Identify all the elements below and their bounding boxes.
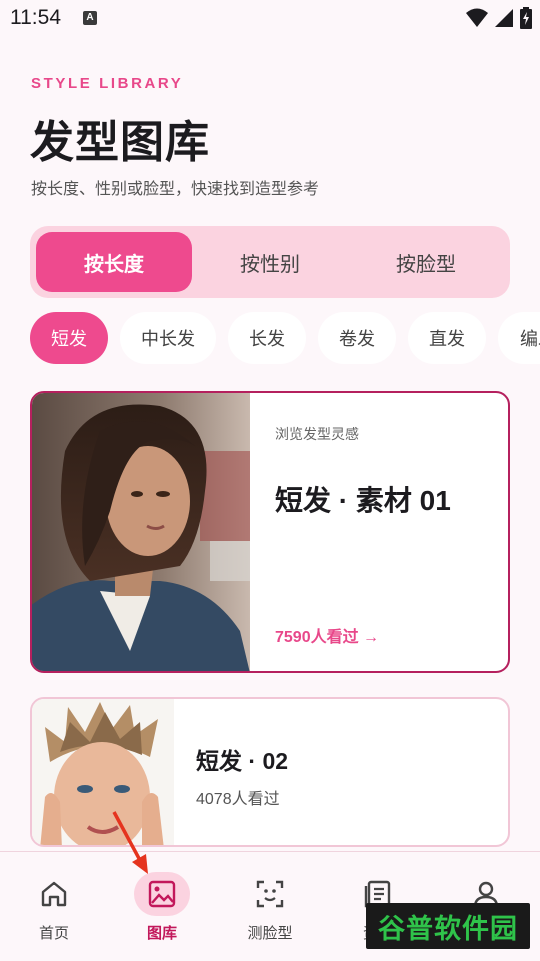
nav-icon-wrap bbox=[242, 872, 298, 916]
chip-curly-hair[interactable]: 卷发 bbox=[318, 312, 396, 364]
chip-braided-hair[interactable]: 编发 bbox=[498, 312, 540, 364]
wifi-icon bbox=[466, 8, 488, 27]
segment-by-length[interactable]: 按长度 bbox=[36, 232, 192, 292]
page-subtitle: 按长度、性别或脸型，快速找到造型参考 bbox=[31, 181, 320, 198]
section-eyebrow: STYLE LIBRARY bbox=[31, 75, 184, 92]
chip-short-hair[interactable]: 短发 bbox=[30, 312, 108, 364]
annotation-arrow-icon bbox=[112, 811, 148, 874]
length-chip-row[interactable]: 短发 中长发 长发 卷发 直发 编发 bbox=[30, 312, 540, 364]
hairstyle-card[interactable]: 短发 · 02 4078人看过 bbox=[30, 697, 510, 847]
chip-label: 卷发 bbox=[339, 329, 375, 349]
chip-label: 长发 bbox=[249, 329, 285, 349]
nav-icon-wrap bbox=[134, 872, 190, 916]
watermark-logo: 谷普软件园 bbox=[366, 903, 530, 949]
notification-a-icon: A bbox=[83, 11, 97, 25]
chip-medium-hair[interactable]: 中长发 bbox=[120, 312, 216, 364]
nav-icon-wrap bbox=[26, 872, 82, 916]
hairstyle-photo bbox=[32, 393, 250, 671]
battery-icon bbox=[520, 7, 532, 29]
page-title: 发型图库 bbox=[30, 118, 210, 167]
segment-by-gender[interactable]: 按性别 bbox=[192, 232, 348, 292]
segment-label: 按性别 bbox=[240, 253, 300, 276]
signal-icon bbox=[495, 9, 513, 27]
segment-label: 按长度 bbox=[84, 253, 144, 276]
nav-label: 图库 bbox=[146, 925, 177, 942]
hairstyle-card-featured[interactable]: 浏览发型灵感 短发 · 素材 01 7590人看过 → bbox=[30, 391, 510, 673]
watermark-text: 谷普软件园 bbox=[378, 913, 518, 945]
home-icon bbox=[41, 881, 67, 907]
chip-label: 编发 bbox=[520, 329, 540, 349]
chip-straight-hair[interactable]: 直发 bbox=[408, 312, 486, 364]
status-bar: 11:54 A bbox=[0, 0, 540, 36]
nav-face-test[interactable]: 测脸型 bbox=[216, 852, 324, 961]
card-view-count: 4078人看过 bbox=[196, 791, 280, 808]
status-icons bbox=[466, 6, 532, 30]
nav-label: 测脸型 bbox=[247, 925, 293, 942]
chip-label: 直发 bbox=[429, 329, 465, 349]
chip-label: 短发 bbox=[51, 329, 87, 349]
card-kicker: 浏览发型灵感 bbox=[275, 426, 359, 442]
chip-long-hair[interactable]: 长发 bbox=[228, 312, 306, 364]
nav-home[interactable]: 首页 bbox=[0, 852, 108, 961]
chip-label: 中长发 bbox=[141, 329, 195, 349]
card-view-count-link[interactable]: 7590人看过 → bbox=[275, 623, 379, 647]
gallery-icon bbox=[148, 880, 176, 908]
card-title: 短发 · 02 bbox=[196, 748, 289, 774]
segment-label: 按脸型 bbox=[396, 253, 456, 276]
face-scan-icon bbox=[256, 880, 284, 908]
card-title: 短发 · 素材 01 bbox=[275, 485, 451, 516]
nav-label: 首页 bbox=[38, 925, 69, 942]
segment-by-face-shape[interactable]: 按脸型 bbox=[348, 232, 504, 292]
filter-segmented-control: 按长度 按性别 按脸型 bbox=[30, 226, 510, 298]
status-time: 11:54 bbox=[10, 6, 61, 29]
